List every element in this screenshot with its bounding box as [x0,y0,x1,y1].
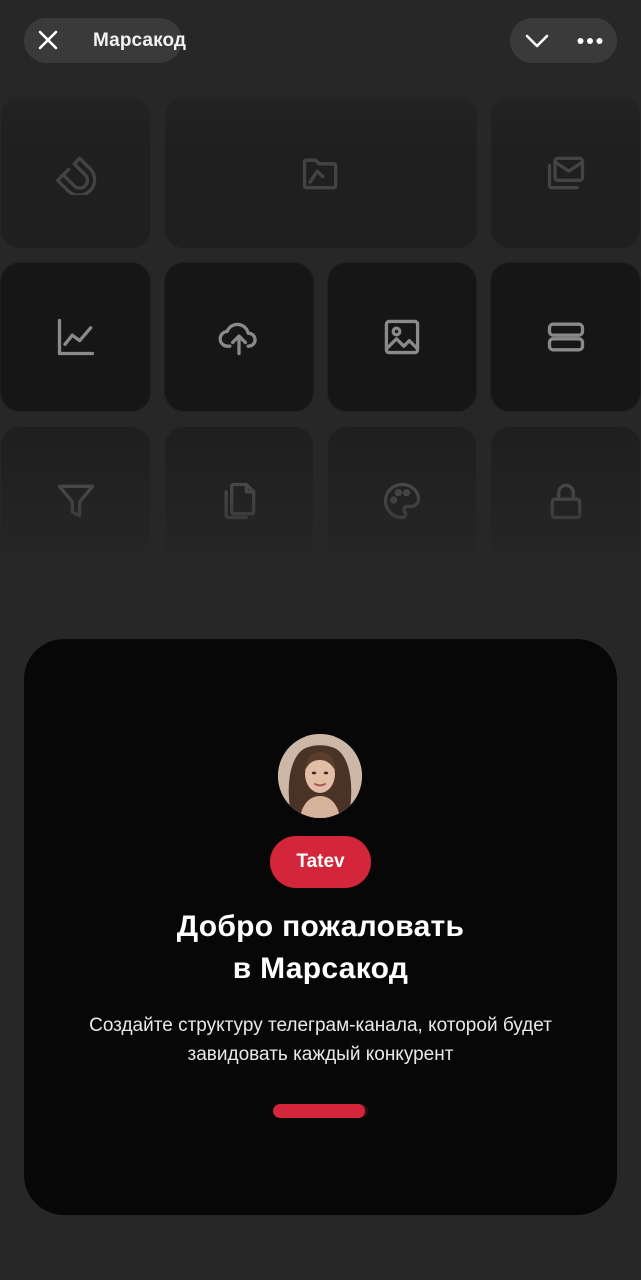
progress-bar [273,1104,368,1118]
tile-copy [164,426,314,576]
close-button[interactable]: Марсакод [24,18,186,63]
app-title: Марсакод [93,30,187,51]
tile-palette [327,426,477,576]
magnet-icon [55,156,96,195]
tile-upload [164,262,314,412]
avatar [278,734,362,818]
tile-magnet [0,96,151,249]
lock-icon [550,483,581,520]
chevron-down-icon [525,34,549,47]
mail-stack-icon [547,156,584,189]
headline-line-2: в Марсакод [232,952,409,985]
folder-icon [302,158,338,189]
layers-stack-icon [547,322,584,352]
welcome-card: Tatev Добро пожаловать в Марсакод Создай… [24,639,617,1215]
user-name-badge: Tatev [270,836,371,888]
tile-chart [0,262,151,412]
tile-lock [490,426,641,576]
close-icon [38,30,58,50]
welcome-subtitle: Создайте структуру телеграм-канала, кото… [89,1015,552,1065]
chart-line-icon [57,318,94,356]
image-icon [384,319,420,355]
tile-layers [490,262,641,412]
user-portrait [278,734,362,818]
cloud-upload-icon [218,322,257,356]
filter-icon [57,484,94,518]
welcome-headline: Добро пожаловать в Марсакод [24,906,617,990]
collapse-button[interactable] [512,18,562,63]
feature-icon-grid [0,0,641,600]
progress-fill [273,1104,366,1118]
tile-filter [0,426,151,576]
more-dots-icon [577,37,603,44]
headline-line-1: Добро пожаловать [176,910,465,943]
tile-mail [490,96,641,249]
tile-image [327,262,477,412]
tile-folder [164,96,478,249]
header-actions [510,18,617,63]
copy-document-icon [224,482,256,520]
top-bar: Марсакод [0,0,641,82]
palette-icon [383,482,421,520]
more-options-button[interactable] [565,18,615,63]
